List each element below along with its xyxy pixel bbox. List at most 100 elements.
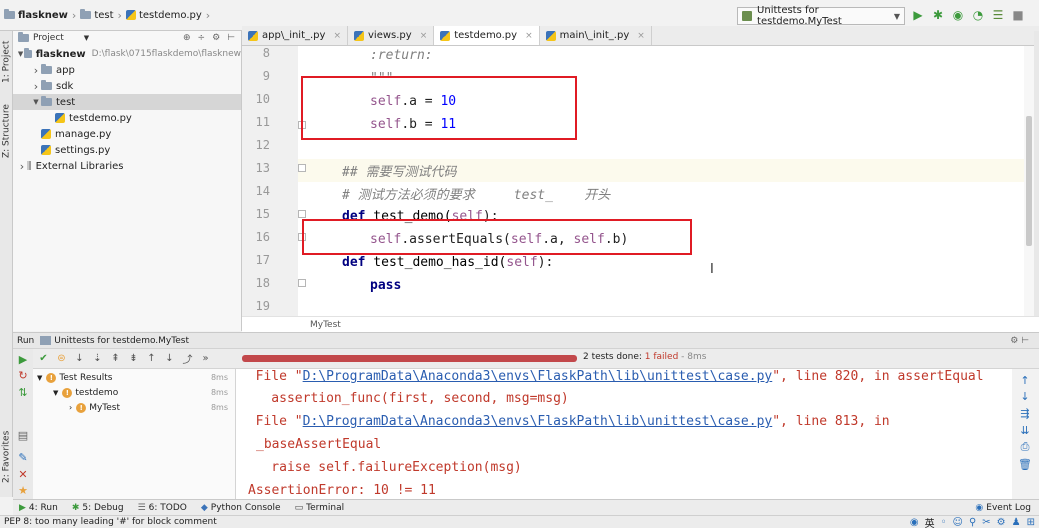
test-results-class[interactable]: › ! MyTest 8ms [69, 400, 232, 415]
settings-icon[interactable]: ⚙ [997, 517, 1006, 528]
print-icon[interactable]: ⎙ [1018, 440, 1032, 454]
scroll-up-icon[interactable]: ↑ [1018, 373, 1032, 387]
tree-item[interactable]: ▼ test [13, 94, 241, 110]
more-icon[interactable]: » [199, 352, 212, 365]
chevron-right-icon: › [205, 8, 211, 22]
file-link[interactable]: D:\ProgramData\Anaconda3\envs\FlaskPath\… [303, 414, 773, 429]
tree-item[interactable]: ▼ flasknew D:\flask\0715flaskdemo\flasknew [13, 46, 241, 62]
file-link[interactable]: D:\ProgramData\Anaconda3\envs\FlaskPath\… [303, 369, 773, 384]
structure-tool-tab[interactable]: Z: Structure [0, 99, 13, 163]
close-icon[interactable]: × [420, 31, 428, 41]
line-number: 14 [255, 184, 270, 198]
editor-scrollbar[interactable] [1024, 46, 1034, 316]
fold-marker-icon[interactable] [298, 210, 306, 218]
scroll-to-end-icon[interactable]: ⇊ [1018, 423, 1032, 437]
tree-item[interactable]: › ⫼ External Libraries [13, 158, 241, 174]
chevron-right-icon[interactable]: › [17, 160, 27, 173]
scroll-down-icon[interactable]: ↓ [1018, 389, 1032, 403]
emoji-icon[interactable]: ☺ [953, 517, 963, 528]
test-results-module[interactable]: ▼ ! testdemo 8ms [53, 385, 232, 400]
system-tray: ◉ 英 ◦ ☺ ⚲ ✂ ⚙ ♟ ⊞ [910, 516, 1035, 528]
test-results-root[interactable]: ▼ ! Test Results 8ms [37, 370, 232, 385]
layout-icon[interactable]: ▤ [17, 429, 29, 442]
shirt-icon[interactable]: ♟ [1012, 517, 1021, 528]
project-view-select[interactable]: Project [33, 33, 64, 43]
fold-marker-icon[interactable] [298, 164, 306, 172]
debug-icon[interactable]: ✱ [931, 8, 945, 22]
tab-main-init[interactable]: main\_init_.py × [540, 26, 652, 45]
grid-icon[interactable]: ⊞ [1027, 517, 1035, 528]
microphone-icon[interactable]: ⚲ [969, 517, 976, 528]
breadcrumb-file[interactable]: testdemo.py [125, 10, 202, 21]
profile-icon[interactable]: ◔ [971, 8, 985, 22]
gear-icon[interactable]: ⚙ [212, 33, 220, 43]
tree-item[interactable]: testdemo.py [13, 110, 241, 126]
next-failed-icon[interactable]: ↓ [163, 352, 176, 365]
favorites-tool-tab[interactable]: 2: Favorites [0, 426, 13, 488]
close-icon[interactable]: × [525, 31, 533, 41]
run-icon[interactable]: ▶ [911, 8, 925, 22]
tools-icon[interactable]: ✂ [982, 517, 990, 528]
previous-failed-icon[interactable]: ↑ [145, 352, 158, 365]
python-file-icon [41, 145, 51, 155]
run-console[interactable]: File "D:\ProgramData\Anaconda3\envs\Flas… [236, 369, 1012, 499]
sort-duration-icon[interactable]: ⇣ [91, 352, 104, 365]
tab-event-log[interactable]: ◉ Event Log [975, 503, 1031, 513]
line-number: 15 [255, 207, 270, 221]
tree-item[interactable]: manage.py [13, 126, 241, 142]
close-icon[interactable]: × [637, 31, 645, 41]
close-icon[interactable]: ✕ [17, 468, 29, 481]
star-icon[interactable]: ★ [17, 484, 29, 497]
user-icon[interactable]: ◉ [910, 517, 919, 528]
tab-terminal[interactable]: ▭ Terminal [295, 503, 345, 513]
rerun-failed-icon[interactable]: ↻ [17, 369, 29, 382]
tab-python-console[interactable]: ◆ Python Console [201, 503, 281, 513]
sort-alpha-icon[interactable]: ↓ [73, 352, 86, 365]
toggle-auto-test-icon[interactable]: ⇅ [17, 386, 29, 399]
tab-testdemo[interactable]: testdemo.py × [434, 26, 540, 45]
trash-icon[interactable]: 🗑 [1018, 457, 1032, 471]
tab-todo[interactable]: ☰ 6: TODO [138, 503, 187, 513]
soft-wrap-icon[interactable]: ⇶ [1018, 406, 1032, 420]
show-ignored-icon[interactable]: ⊜ [55, 352, 68, 365]
collapse-icon[interactable]: ÷ [198, 33, 206, 43]
export-icon[interactable]: ⤴ [181, 352, 194, 366]
breadcrumb-project[interactable]: flasknew [4, 9, 68, 21]
project-tool-tab[interactable]: 1: Project [0, 33, 13, 91]
fold-marker-icon[interactable] [298, 279, 306, 287]
punctuation-icon[interactable]: ◦ [941, 517, 947, 528]
pin-icon[interactable]: ✎ [17, 451, 29, 464]
show-passed-icon[interactable]: ✔ [37, 352, 50, 365]
chevron-right-icon: › [71, 8, 77, 22]
chevron-down-icon[interactable]: ▼ [17, 50, 24, 58]
hide-icon[interactable]: ⊢ [227, 33, 235, 43]
tab-views[interactable]: views.py × [348, 26, 435, 45]
chevron-right-icon[interactable]: › [31, 64, 41, 77]
tree-item[interactable]: › sdk [13, 78, 241, 94]
chevron-down-icon[interactable]: ▼ [84, 34, 89, 42]
status-message: PEP 8: too many leading '#' for block co… [4, 517, 217, 527]
coverage-icon[interactable]: ◉ [951, 8, 965, 22]
tab-debug[interactable]: ✱ 5: Debug [72, 503, 124, 513]
run-tab-label[interactable]: Unittests for testdemo.MyTest [54, 336, 189, 346]
editor-breadcrumb[interactable]: MyTest [242, 316, 1039, 332]
build-icon[interactable]: ☰ [991, 8, 1005, 22]
tab-run[interactable]: ▶ 4: Run [19, 503, 58, 513]
collapse-all-icon[interactable]: ⇟ [127, 352, 140, 365]
tree-item[interactable]: › app [13, 62, 241, 78]
gear-icon[interactable]: ⚙ ⊢ [1010, 336, 1029, 346]
target-icon[interactable]: ⊕ [183, 33, 191, 43]
tab-app-init[interactable]: app\_init_.py × [242, 26, 348, 45]
breadcrumb-test[interactable]: test [80, 9, 114, 21]
chevron-down-icon[interactable]: ▼ [31, 98, 41, 106]
tree-item-label: manage.py [55, 128, 112, 140]
tree-item[interactable]: settings.py [13, 142, 241, 158]
expand-all-icon[interactable]: ⇞ [109, 352, 122, 365]
close-icon[interactable]: × [333, 31, 341, 41]
scrollbar-thumb[interactable] [1026, 116, 1032, 246]
ime-indicator[interactable]: 英 [925, 515, 935, 528]
chevron-right-icon[interactable]: › [31, 80, 41, 93]
run-configuration-select[interactable]: Unittests for testdemo.MyTest ▼ [737, 5, 905, 27]
stop-icon[interactable]: ■ [1011, 8, 1025, 22]
rerun-icon[interactable]: ▶ [17, 353, 29, 366]
